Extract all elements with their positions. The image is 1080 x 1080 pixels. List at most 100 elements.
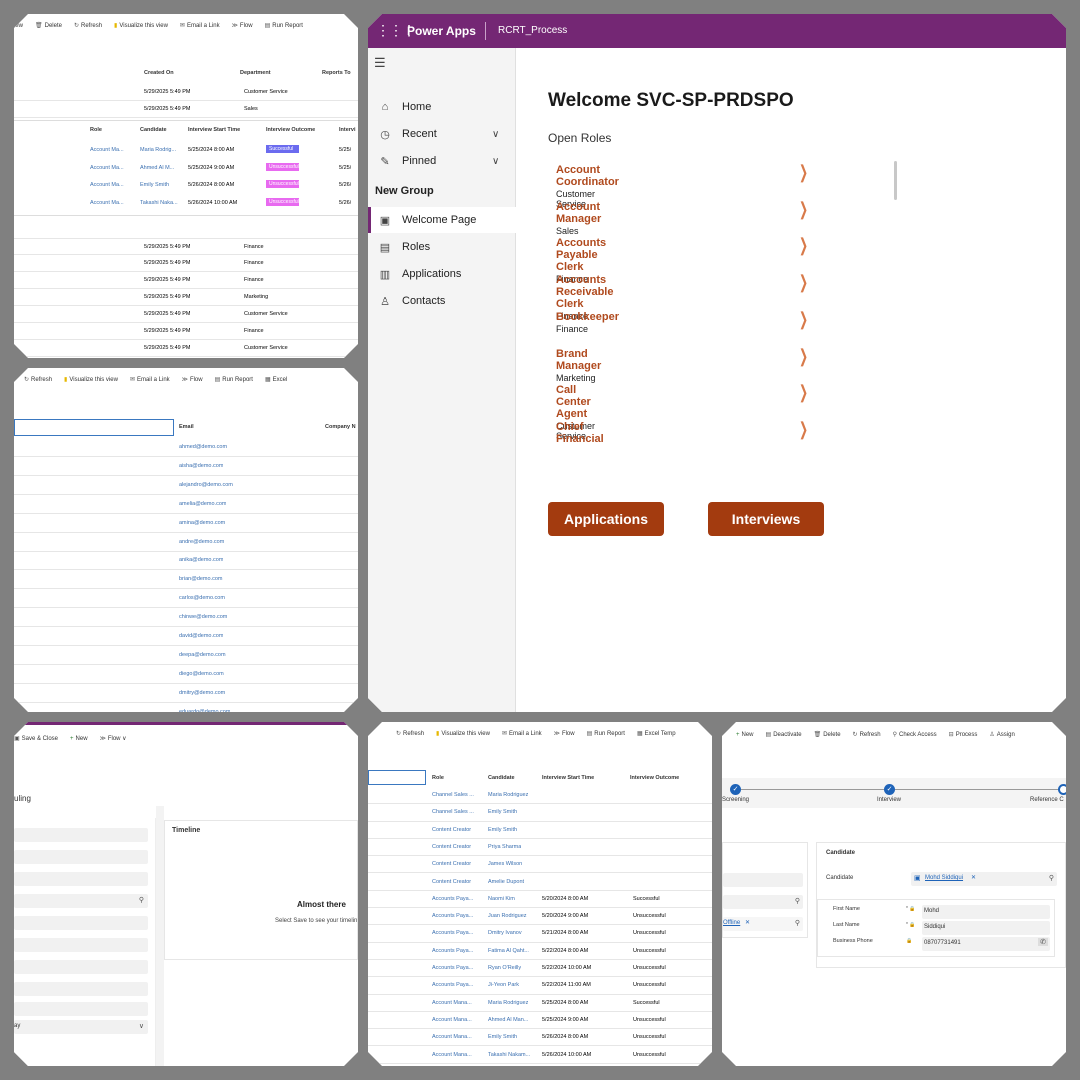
- save-close-button[interactable]: ▣ Save & Close: [14, 735, 58, 742]
- search-field[interactable]: [14, 419, 174, 436]
- candidate-link[interactable]: Juan Rodriguez: [488, 913, 527, 919]
- table-row[interactable]: 5/29/2025 5:49 PM Finance: [14, 323, 358, 340]
- chevron-right-icon[interactable]: ❯: [799, 309, 808, 330]
- search-field[interactable]: [368, 770, 426, 785]
- table-row[interactable]: Content Creator Amelie Dupont: [368, 874, 712, 891]
- stage-check-icon[interactable]: ✓: [730, 784, 741, 795]
- form-field[interactable]: [14, 828, 148, 842]
- table-row[interactable]: Account Ma... Emily Smith 5/26/2024 8:00 A…: [14, 178, 358, 195]
- col-outcome[interactable]: Interview Outcome: [266, 127, 315, 133]
- candidate-link[interactable]: Priya Sharma: [488, 844, 521, 850]
- phone-icon[interactable]: ✆: [1038, 938, 1048, 946]
- table-row[interactable]: Content Creator James Wilson: [368, 856, 712, 873]
- chevron-down-icon[interactable]: ∨: [492, 129, 499, 140]
- candidate-link[interactable]: Amelie Dupont: [488, 879, 524, 885]
- table-row[interactable]: Channel Sales ... Maria Rodriguez: [368, 787, 712, 804]
- chevron-right-icon[interactable]: ❯: [799, 382, 808, 403]
- role-link[interactable]: Accounts Paya...: [432, 913, 473, 919]
- email-link[interactable]: dmitry@demo.com: [179, 690, 225, 696]
- email-link[interactable]: ahmed@demo.com: [179, 444, 227, 450]
- refresh-button[interactable]: ↻ Refresh: [74, 22, 102, 29]
- email-link[interactable]: eduardo@demo.com: [179, 709, 230, 712]
- role-title[interactable]: Accounts Payable Clerk: [556, 237, 606, 273]
- table-row[interactable]: Account Ma... Takashi Naka... 5/26/2024 10…: [14, 196, 358, 213]
- col-department[interactable]: Department: [240, 70, 271, 76]
- role-link[interactable]: Account Ma...: [90, 147, 124, 153]
- lookup-field[interactable]: ⚲: [723, 895, 803, 909]
- table-row[interactable]: Account Mana... Takashi Nakam... 5/26/2024…: [368, 1047, 712, 1064]
- email-link[interactable]: andre@demo.com: [179, 539, 224, 545]
- excel-button[interactable]: ▦ Excel Temp: [637, 730, 676, 737]
- candidate-link[interactable]: Takashi Nakam...: [488, 1052, 530, 1058]
- candidate-link[interactable]: Ahmed Al M...: [140, 165, 174, 171]
- nav-roles[interactable]: ▤ Roles: [368, 234, 516, 260]
- form-field[interactable]: ⚲: [14, 894, 148, 908]
- nav-home[interactable]: ⌂ Home: [368, 94, 516, 120]
- search-icon[interactable]: ⚲: [795, 897, 800, 905]
- stage-check-icon[interactable]: ✓: [884, 784, 895, 795]
- role-link[interactable]: Account Mana...: [432, 1052, 472, 1058]
- col-created-on[interactable]: Created On: [144, 70, 174, 76]
- email-link-button[interactable]: ✉ Email a Link: [130, 376, 170, 383]
- table-row[interactable]: 5/29/2025 5:49 PM Finance: [14, 238, 358, 255]
- table-row[interactable]: Account Mana... Maria Rodriguez 5/25/2024 …: [368, 995, 712, 1012]
- stage-interview[interactable]: Interview: [877, 797, 901, 803]
- table-row[interactable]: diego@demo.com: [14, 665, 358, 684]
- refresh-button[interactable]: ↻ Refresh: [853, 731, 881, 738]
- email-link-button[interactable]: ✉ Email a Link: [502, 730, 542, 737]
- new-button[interactable]: + New: [736, 732, 754, 738]
- table-row[interactable]: Accounts Paya... Dmitry Ivanov 5/21/2024 8…: [368, 925, 712, 942]
- table-row[interactable]: anika@demo.com: [14, 551, 358, 570]
- chevron-down-icon[interactable]: ∨: [492, 156, 499, 167]
- search-icon[interactable]: ⚲: [1049, 874, 1054, 882]
- col-outcome[interactable]: Interview Outcome: [630, 775, 679, 781]
- col-role[interactable]: Role: [432, 775, 444, 781]
- role-title[interactable]: Account Coordinator: [556, 164, 619, 188]
- chevron-right-icon[interactable]: ❯: [799, 346, 808, 367]
- chevron-down-icon[interactable]: ∨: [121, 736, 127, 742]
- visualize-button[interactable]: ▮ Visualize this view: [114, 22, 168, 29]
- role-list-item[interactable]: Account Manager Sales: [556, 201, 601, 236]
- col-company[interactable]: Company N: [325, 424, 356, 430]
- run-report-button[interactable]: ▤ Run Report: [215, 376, 253, 383]
- table-row[interactable]: aisha@demo.com: [14, 457, 358, 476]
- chevron-right-icon[interactable]: ❯: [799, 272, 808, 293]
- form-field[interactable]: [14, 938, 148, 952]
- candidate-lookup[interactable]: ▣ Mohd Siddiqui ✕ ⚲: [911, 872, 1057, 886]
- table-row[interactable]: Account Ma... Maria Rodrig... 5/25/2024 8:…: [14, 143, 358, 160]
- check-access-button[interactable]: ⚲ Check Access: [893, 731, 937, 738]
- role-link[interactable]: Account Mana...: [432, 1017, 472, 1023]
- table-row[interactable]: amelia@demo.com: [14, 495, 358, 514]
- role-title[interactable]: Accounts Receivable Clerk: [556, 274, 613, 310]
- chevron-right-icon[interactable]: ❯: [799, 235, 808, 256]
- chevron-right-icon[interactable]: ❯: [799, 199, 808, 220]
- hamburger-icon[interactable]: ☰: [374, 55, 386, 71]
- email-link[interactable]: alejandro@demo.com: [179, 482, 233, 488]
- stage-current-icon[interactable]: [1058, 784, 1066, 795]
- table-row[interactable]: 5/29/2025 5:49 PM Finance: [14, 272, 358, 289]
- role-list-item[interactable]: Brand Manager Marketing: [556, 348, 601, 383]
- flow-button[interactable]: ≫ Flow: [182, 376, 203, 383]
- table-row[interactable]: Account Mana... Ahmed Al Man... 5/25/2024 …: [368, 1012, 712, 1029]
- role-link[interactable]: Account Ma...: [90, 182, 124, 188]
- candidate-link[interactable]: Fatima Al Qaht...: [488, 948, 529, 954]
- role-link[interactable]: Account Mana...: [432, 1034, 472, 1040]
- candidate-link[interactable]: Emily Smith: [140, 182, 169, 188]
- role-link[interactable]: Channel Sales ...: [432, 792, 474, 798]
- flow-button[interactable]: ≫ Flow ∨: [100, 735, 127, 742]
- table-row[interactable]: Channel Sales ... Emily Smith: [368, 804, 712, 821]
- role-title[interactable]: Call Center Agent: [556, 384, 595, 420]
- col-start-time[interactable]: Interview Start Time: [188, 127, 240, 133]
- table-row[interactable]: 5/29/2025 5:49 PM Sales: [14, 101, 358, 118]
- candidate-link[interactable]: Emily Smith: [488, 809, 517, 815]
- email-link[interactable]: david@demo.com: [179, 633, 223, 639]
- form-field[interactable]: [14, 850, 148, 864]
- form-field[interactable]: [14, 872, 148, 886]
- table-row[interactable]: alejandro@demo.com: [14, 476, 358, 495]
- excel-button[interactable]: ▦ Excel: [265, 376, 287, 383]
- table-row[interactable]: Account Mana... Emily Smith 5/26/2024 8:00…: [368, 1029, 712, 1046]
- table-row[interactable]: Content Creator Priya Sharma: [368, 839, 712, 856]
- email-link[interactable]: diego@demo.com: [179, 671, 224, 677]
- scrollbar-thumb[interactable]: [894, 161, 897, 200]
- applications-button[interactable]: Applications: [548, 502, 664, 536]
